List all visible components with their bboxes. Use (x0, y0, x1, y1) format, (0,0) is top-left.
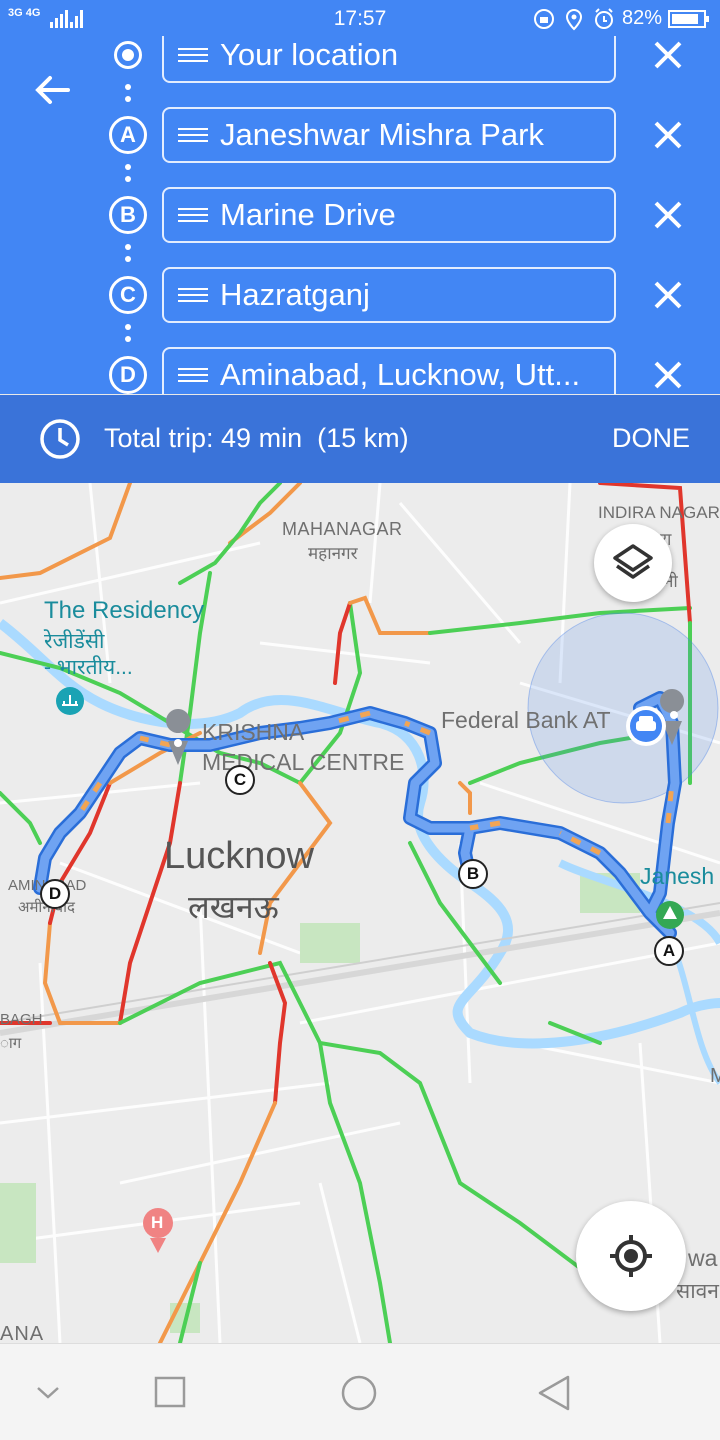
stop-a-value: Janeshwar Mishra Park (220, 117, 544, 152)
drag-handle-icon[interactable] (178, 368, 208, 382)
map-label-bagh: BAGH (0, 1011, 43, 1028)
origin-marker-icon (114, 41, 142, 69)
map-label-indira-nagar: INDIRA NAGAR (598, 503, 720, 522)
map-label-residency[interactable]: The Residency (44, 597, 204, 625)
origin-field[interactable]: Your location (162, 36, 616, 83)
park-pin-icon (656, 901, 684, 929)
map-label-right-wa: wa (688, 1245, 718, 1271)
map-label-bagh-hi: ाग (0, 1035, 22, 1052)
home-icon[interactable] (340, 1374, 378, 1412)
drag-handle-icon[interactable] (178, 208, 208, 222)
map-label-residency-hi: रेजीडेंसी (44, 630, 105, 653)
map-label-bottom: ANA (0, 1323, 45, 1343)
crosshair-icon (610, 1235, 652, 1277)
monument-pin-icon (56, 687, 84, 715)
status-icons (534, 8, 613, 31)
map-view[interactable]: MAHANAGAR महानगर INDIRA NAGAR रा नी The … (0, 483, 720, 1343)
drag-handle-icon[interactable] (178, 48, 208, 62)
waypoint-pin-c[interactable]: C (225, 765, 255, 795)
waypoint-pin-a[interactable]: A (654, 936, 684, 966)
map-label-right-m: M (710, 1065, 720, 1087)
status-bar: 3G 4G 17:57 82% (0, 0, 720, 36)
stop-a-field[interactable]: Janeshwar Mishra Park (162, 107, 616, 163)
trip-summary: Total trip: 49 min (15 km) (104, 423, 409, 453)
trip-summary-bar: Total trip: 49 min (15 km) DONE (0, 395, 720, 483)
stop-b-field[interactable]: Marine Drive (162, 187, 616, 243)
layers-button[interactable] (594, 524, 672, 602)
stop-b-value: Marine Drive (220, 197, 396, 232)
battery-icon (668, 10, 709, 28)
map-label-mahanagar: MAHANAGAR (282, 519, 403, 539)
remove-stop-icon[interactable] (648, 355, 688, 394)
location-icon (565, 8, 583, 31)
map-label-janeshwar[interactable]: Janesh (640, 863, 714, 890)
car-location-icon (626, 706, 666, 746)
stop-row-origin: Your location (0, 36, 720, 95)
recents-icon[interactable] (154, 1376, 186, 1408)
remove-stop-icon[interactable] (648, 115, 688, 155)
remove-stop-icon[interactable] (648, 36, 688, 75)
system-nav-bar (0, 1343, 720, 1440)
stop-d-field[interactable]: Aminabad, Lucknow, Utt... (162, 347, 616, 394)
hospital-icon[interactable]: H (151, 1213, 163, 1233)
stop-marker-a: A (109, 116, 147, 154)
stop-c-value: Hazratganj (220, 277, 370, 312)
battery-percent: 82% (622, 7, 663, 29)
stop-marker-b: B (109, 196, 147, 234)
chevron-down-icon[interactable] (36, 1382, 60, 1402)
map-label-federal-bank[interactable]: Federal Bank AT (441, 707, 611, 734)
drag-handle-icon[interactable] (178, 128, 208, 142)
stop-c-field[interactable]: Hazratganj (162, 267, 616, 323)
map-label-city-hi: लखनऊ (188, 889, 279, 925)
waypoint-pin-b[interactable]: B (458, 859, 488, 889)
directions-header: Your location A Janeshwar Mishra Park B … (0, 36, 720, 394)
done-button[interactable]: DONE (612, 423, 690, 454)
alarm-icon (595, 8, 613, 29)
clock-icon (40, 419, 80, 459)
stop-d-value: Aminabad, Lucknow, Utt... (220, 357, 581, 392)
waypoint-pin-d[interactable]: D (40, 879, 70, 909)
stop-row-a: A Janeshwar Mishra Park (0, 95, 720, 175)
map-label-residency-hi2: - भारतीय... (44, 656, 133, 679)
origin-value: Your location (220, 37, 399, 72)
stop-row-d: D Aminabad, Lucknow, Utt... (0, 335, 720, 394)
back-triangle-icon[interactable] (536, 1374, 572, 1412)
remove-stop-icon[interactable] (648, 195, 688, 235)
map-label-mahanagar-hi: महानगर (308, 544, 358, 563)
lock-rotation-icon (534, 9, 554, 29)
drag-handle-icon[interactable] (178, 288, 208, 302)
map-label-city: Lucknow (164, 835, 314, 877)
stop-marker-c: C (109, 276, 147, 314)
map-label-krishna[interactable]: KRISHNA (202, 719, 304, 746)
remove-stop-icon[interactable] (648, 275, 688, 315)
stop-row-b: B Marine Drive (0, 175, 720, 255)
stop-marker-d: D (109, 356, 147, 394)
my-location-button[interactable] (576, 1201, 686, 1311)
layers-icon (613, 544, 653, 579)
stop-row-c: C Hazratganj (0, 255, 720, 335)
